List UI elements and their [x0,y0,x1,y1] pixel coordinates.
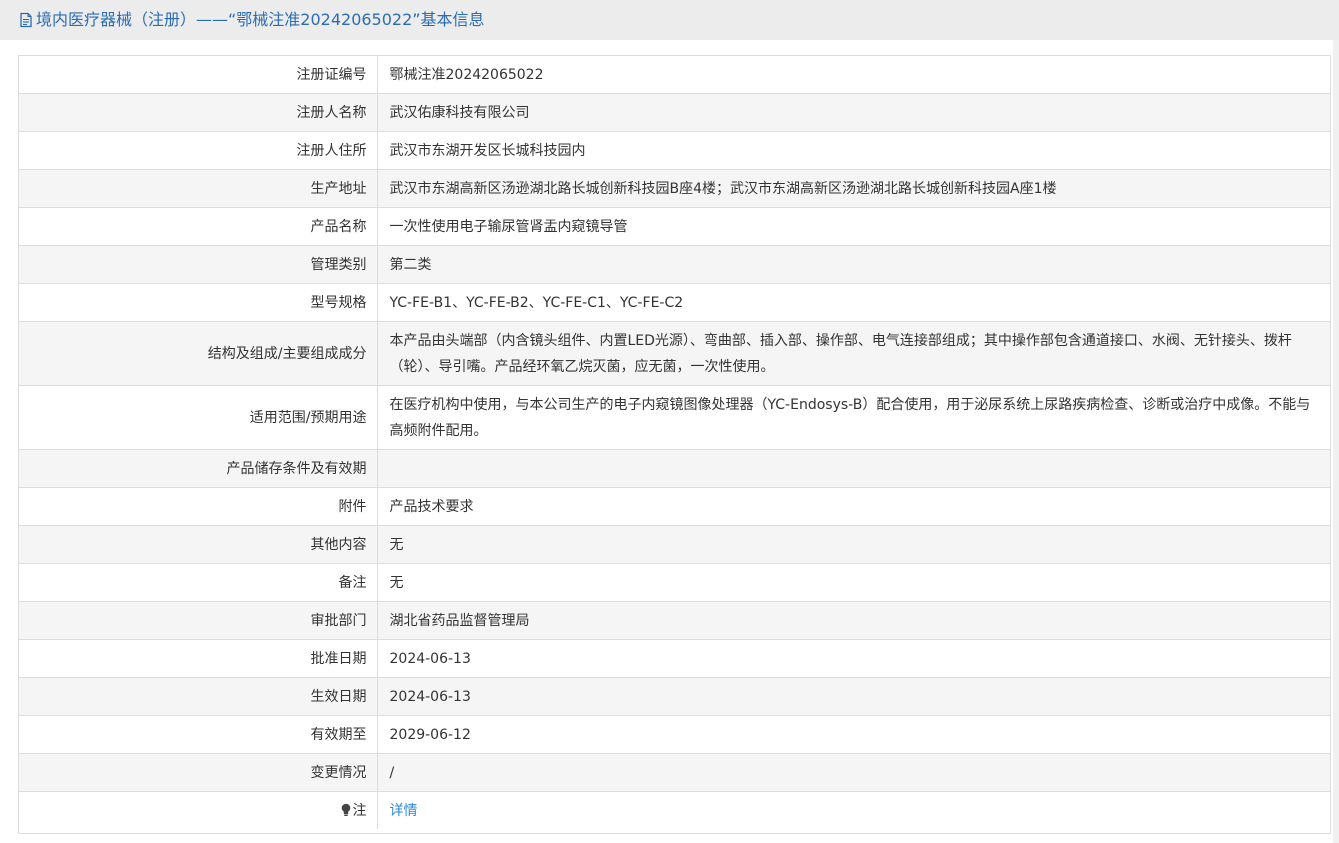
table-row: 有效期至 2029-06-12 [19,715,1330,754]
field-value: 无 [377,563,1330,602]
field-label: 产品储存条件及有效期 [19,449,378,488]
field-label: 审批部门 [19,601,378,640]
detail-table: 注册证编号 鄂械注准20242065022 注册人名称 武汉佑康科技有限公司 注… [18,55,1331,834]
table-row: 产品储存条件及有效期 [19,449,1330,488]
table-row: 注册人名称 武汉佑康科技有限公司 [19,93,1330,132]
table-row: 注册证编号 鄂械注准20242065022 [19,56,1330,94]
field-label: 变更情况 [19,753,378,792]
field-value [377,449,1330,488]
table-row: 管理类别 第二类 [19,245,1330,284]
field-value: 武汉市东湖开发区长城科技园内 [377,131,1330,170]
table-row: 注册人住所 武汉市东湖开发区长城科技园内 [19,131,1330,170]
page-title-text: 境内医疗器械（注册）——“鄂械注准20242065022”基本信息 [36,10,485,29]
field-value: 本产品由头端部（内含镜头组件、内置LED光源）、弯曲部、插入部、操作部、电气连接… [377,321,1330,386]
table-row: 适用范围/预期用途 在医疗机构中使用，与本公司生产的电子内窥镜图像处理器（YC-… [19,385,1330,450]
lightbulb-icon [340,800,352,816]
field-label: 备注 [19,563,378,602]
table-row: 批准日期 2024-06-13 [19,639,1330,678]
field-label: 批准日期 [19,639,378,678]
page-header: 境内医疗器械（注册）——“鄂械注准20242065022”基本信息 [0,0,1339,40]
table-row: 型号规格 YC-FE-B1、YC-FE-B2、YC-FE-C1、YC-FE-C2 [19,283,1330,322]
field-label: 注册人住所 [19,131,378,170]
note-label: 注 [19,791,378,829]
field-value: 鄂械注准20242065022 [377,56,1330,94]
field-value: / [377,753,1330,792]
note-label-text: 注 [352,802,367,819]
field-value: 武汉佑康科技有限公司 [377,93,1330,132]
field-value: 第二类 [377,245,1330,284]
field-label: 其他内容 [19,525,378,564]
field-label: 生产地址 [19,169,378,208]
field-label: 附件 [19,487,378,526]
field-label: 管理类别 [19,245,378,284]
page-title: 境内医疗器械（注册）——“鄂械注准20242065022”基本信息 [18,8,485,32]
note-row: 注 详情 [19,791,1330,829]
field-label: 生效日期 [19,677,378,716]
field-value: 武汉市东湖高新区汤逊湖北路长城创新科技园B座4楼；武汉市东湖高新区汤逊湖北路长城… [377,169,1330,208]
table-row: 备注 无 [19,563,1330,602]
field-label: 结构及组成/主要组成成分 [19,321,378,386]
field-value: 无 [377,525,1330,564]
field-value: 一次性使用电子输尿管肾盂内窥镜导管 [377,207,1330,246]
note-value: 详情 [377,791,1330,829]
table-row: 附件 产品技术要求 [19,487,1330,526]
field-label: 产品名称 [19,207,378,246]
table-row: 生效日期 2024-06-13 [19,677,1330,716]
field-value: 产品技术要求 [377,487,1330,526]
field-value: 2029-06-12 [377,715,1330,754]
field-label: 适用范围/预期用途 [19,385,378,450]
document-icon [18,12,34,28]
field-label: 注册证编号 [19,56,378,94]
table-row: 变更情况 / [19,753,1330,792]
field-label: 有效期至 [19,715,378,754]
field-label: 注册人名称 [19,93,378,132]
field-value: 2024-06-13 [377,677,1330,716]
table-row: 结构及组成/主要组成成分 本产品由头端部（内含镜头组件、内置LED光源）、弯曲部… [19,321,1330,386]
table-row: 审批部门 湖北省药品监督管理局 [19,601,1330,640]
table-row: 其他内容 无 [19,525,1330,564]
field-value: 在医疗机构中使用，与本公司生产的电子内窥镜图像处理器（YC-Endosys-B）… [377,385,1330,450]
field-label: 型号规格 [19,283,378,322]
table-row: 生产地址 武汉市东湖高新区汤逊湖北路长城创新科技园B座4楼；武汉市东湖高新区汤逊… [19,169,1330,208]
table-row: 产品名称 一次性使用电子输尿管肾盂内窥镜导管 [19,207,1330,246]
details-link[interactable]: 详情 [390,803,418,819]
field-value: YC-FE-B1、YC-FE-B2、YC-FE-C1、YC-FE-C2 [377,283,1330,322]
scrollbar-track[interactable] [1333,40,1339,843]
field-value: 2024-06-13 [377,639,1330,678]
field-value: 湖北省药品监督管理局 [377,601,1330,640]
